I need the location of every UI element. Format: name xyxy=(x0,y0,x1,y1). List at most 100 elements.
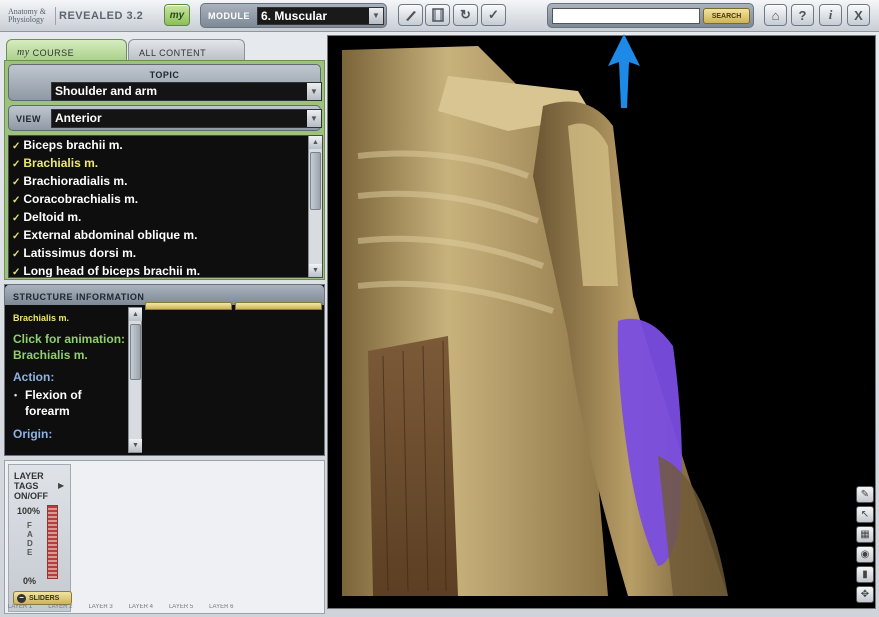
list-item[interactable]: ✓ Brachioradialis m. xyxy=(9,172,322,190)
list-item-label: Coracobrachialis m. xyxy=(23,192,139,206)
topic-label: TOPIC xyxy=(149,70,180,80)
home-icon[interactable]: ⌂ xyxy=(764,4,787,26)
layer-tags-toggle[interactable]: LAYER TAGS ON/OFF xyxy=(14,471,48,501)
list-item[interactable]: ✓ Coracobrachialis m. xyxy=(9,190,322,208)
search-input[interactable] xyxy=(552,8,700,24)
scroll-thumb[interactable] xyxy=(130,324,141,380)
fade-min-label: 0% xyxy=(23,576,37,586)
origin-label: Origin: xyxy=(13,427,53,441)
app-logo: Anatomy & Physiology REVEALED 3.2 xyxy=(8,5,158,27)
structure-information-title: STRUCTURE INFORMATION xyxy=(13,292,145,302)
brush-icon[interactable] xyxy=(398,4,423,26)
action-value: Flexion of forearm xyxy=(13,387,127,419)
pointer-icon[interactable]: ↖ xyxy=(856,506,874,523)
list-item[interactable]: ✓ Brachialis m. xyxy=(9,154,322,172)
chevron-right-icon[interactable]: ▶ xyxy=(58,481,64,490)
layer-controls: LAYER TAGS ON/OFF ▶ 100% FADE 0% − SLIDERS… xyxy=(4,460,325,614)
layer-tab[interactable]: LAYER 5 xyxy=(169,604,193,613)
layer-tabs: LAYER 1 LAYER 2 LAYER 3 LAYER 4 LAYER 5 LAYER… xyxy=(8,604,320,613)
chevron-down-icon: ▼ xyxy=(307,83,321,100)
structure-list-scrollbar[interactable]: ▲ ▼ xyxy=(308,136,322,277)
scroll-down-icon[interactable]: ▼ xyxy=(129,439,142,452)
film-icon[interactable] xyxy=(425,4,450,26)
fade-label: FADE xyxy=(27,521,33,557)
check-icon: ✓ xyxy=(12,177,21,188)
check-icon: ✓ xyxy=(12,195,21,206)
chevron-down-icon: ▼ xyxy=(307,110,321,127)
list-item[interactable]: ✓ Long head of biceps brachii m. xyxy=(9,262,322,278)
logo-text: Anatomy & Physiology xyxy=(8,7,46,24)
list-item-label: Latissimus dorsi m. xyxy=(23,246,137,260)
view-selector: VIEW Anterior ▼ xyxy=(8,105,322,131)
structure-information-body: Brachialis m. Click for animation: Brach… xyxy=(8,307,127,453)
list-item-label: External abdominal oblique m. xyxy=(23,228,198,242)
layer-tab[interactable]: LAYER 2 xyxy=(48,604,72,613)
list-item[interactable]: ✓ Latissimus dorsi m. xyxy=(9,244,322,262)
structure-info-scrollbar[interactable]: ▲ ▼ xyxy=(128,307,142,453)
module-label: MODULE xyxy=(208,11,250,21)
search-button[interactable]: SEARCH xyxy=(703,8,750,24)
minus-icon: − xyxy=(17,593,26,603)
chevron-down-icon: ▼ xyxy=(369,8,383,24)
module-selector: MODULE 6. Muscular ▼ xyxy=(200,3,387,28)
view-dropdown[interactable]: Anterior ▼ xyxy=(51,109,322,128)
check-icon: ✓ xyxy=(12,159,21,170)
my-button[interactable]: my xyxy=(164,4,190,26)
app-window: Anatomy & Physiology REVEALED 3.2 my MODU… xyxy=(0,0,879,617)
tab-all-content[interactable]: ALL CONTENT xyxy=(128,39,245,61)
microphone-icon[interactable]: ▮ xyxy=(856,566,874,583)
layer-tab[interactable]: LAYER 3 xyxy=(88,604,112,613)
close-icon[interactable]: X xyxy=(847,4,870,26)
scroll-down-icon[interactable]: ▼ xyxy=(309,264,322,277)
list-item-label: Brachialis m. xyxy=(23,156,99,170)
move-icon[interactable]: ✥ xyxy=(856,586,874,603)
view-label: VIEW xyxy=(16,114,42,124)
search-bar: SEARCH xyxy=(547,3,754,28)
structure-list: ✓ Biceps brachii m. ✓ Brachialis m. ✓ Brachio… xyxy=(8,135,323,278)
camera-icon[interactable]: ◉ xyxy=(856,546,874,563)
animation-link[interactable]: Click for animation: Brachialis m. xyxy=(13,331,127,363)
topic-selector: TOPIC Shoulder and arm ▼ xyxy=(8,64,322,101)
structure-information-panel: STRUCTURE INFORMATION Brachialis m. Clic… xyxy=(4,284,325,456)
left-panel: my COURSE ALL CONTENT TOPIC Shoulder and … xyxy=(4,36,325,614)
check-icon: ✓ xyxy=(12,213,21,224)
scroll-up-icon[interactable]: ▲ xyxy=(129,308,142,321)
layer-sidebar: LAYER TAGS ON/OFF ▶ 100% FADE 0% − SLIDERS xyxy=(8,464,72,612)
layer-tab[interactable]: LAYER 4 xyxy=(129,604,153,613)
list-item-label: Biceps brachii m. xyxy=(23,138,123,152)
list-item[interactable]: ✓ External abdominal oblique m. xyxy=(9,226,322,244)
list-item-label: Deltoid m. xyxy=(23,210,82,224)
info-tab-2[interactable] xyxy=(235,302,322,310)
sliders-button[interactable]: − SLIDERS xyxy=(13,591,72,605)
check-icon: ✓ xyxy=(12,231,21,242)
fade-slider[interactable] xyxy=(47,505,58,579)
anatomy-viewer[interactable]: ✎ ↖ ▦ ◉ ▮ ✥ xyxy=(327,35,876,609)
pencil-icon[interactable]: ✎ xyxy=(856,486,874,503)
top-toolbar: Anatomy & Physiology REVEALED 3.2 my MODU… xyxy=(0,0,879,32)
check-icon[interactable]: ✓ xyxy=(481,4,506,26)
tab-my-course[interactable]: my COURSE xyxy=(6,39,127,61)
topic-dropdown[interactable]: Shoulder and arm ▼ xyxy=(51,82,322,101)
list-item[interactable]: ✓ Biceps brachii m. xyxy=(9,136,322,154)
list-item-label: Long head of biceps brachii m. xyxy=(23,264,201,278)
check-icon: ✓ xyxy=(12,267,21,278)
annotation-arrow-icon xyxy=(608,34,640,108)
list-item-label: Brachioradialis m. xyxy=(23,174,128,188)
info-icon[interactable]: i xyxy=(819,4,842,26)
viewer-tools: ✎ ↖ ▦ ◉ ▮ ✥ xyxy=(856,486,874,606)
info-tab-1[interactable] xyxy=(145,302,232,310)
scroll-thumb[interactable] xyxy=(310,152,321,210)
help-icon[interactable]: ? xyxy=(791,4,814,26)
check-icon: ✓ xyxy=(12,249,21,260)
pattern-icon[interactable]: ▦ xyxy=(856,526,874,543)
layer-tab[interactable]: LAYER 1 xyxy=(8,604,32,613)
anatomy-image xyxy=(342,46,728,596)
logo-revealed: REVEALED 3.2 xyxy=(59,10,144,22)
layer-tab[interactable]: LAYER 6 xyxy=(209,604,233,613)
action-label: Action: xyxy=(13,370,55,384)
scroll-up-icon[interactable]: ▲ xyxy=(309,136,322,149)
module-dropdown[interactable]: 6. Muscular ▼ xyxy=(257,7,384,25)
quiz-icon[interactable]: ↻ xyxy=(453,4,478,26)
course-panel: TOPIC Shoulder and arm ▼ VIEW Anterior ▼… xyxy=(4,60,325,280)
list-item[interactable]: ✓ Deltoid m. xyxy=(9,208,322,226)
